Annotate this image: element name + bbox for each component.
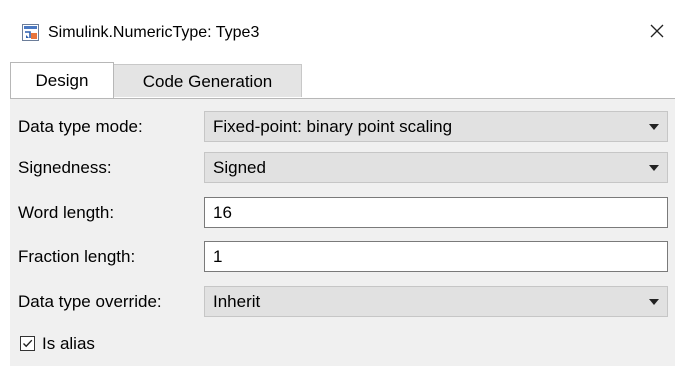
window-title: Simulink.NumericType: Type3 xyxy=(48,24,260,41)
data-type-mode-row: Data type mode: Fixed-point: binary poin… xyxy=(0,111,675,143)
fraction-length-value: 1 xyxy=(213,247,223,266)
data-type-override-label: Data type override: xyxy=(18,292,162,311)
data-type-mode-value: Fixed-point: binary point scaling xyxy=(213,117,453,136)
signedness-value: Signed xyxy=(213,158,266,177)
title-bar: Simulink.NumericType: Type3 xyxy=(0,0,675,60)
chevron-down-icon xyxy=(649,165,659,171)
dialog-window: Simulink.NumericType: Type3 Design Code … xyxy=(0,0,675,366)
signedness-dropdown[interactable]: Signed xyxy=(204,152,668,183)
chevron-down-icon xyxy=(649,124,659,130)
is-alias-checkbox[interactable] xyxy=(20,336,35,351)
word-length-label: Word length: xyxy=(18,203,115,222)
data-type-mode-label: Data type mode: xyxy=(18,117,143,136)
word-length-field[interactable]: 16 xyxy=(204,197,668,228)
word-length-row: Word length: 16 xyxy=(0,197,675,229)
signedness-label: Signedness: xyxy=(18,158,112,177)
data-type-override-dropdown[interactable]: Inherit xyxy=(204,286,668,317)
signedness-row: Signedness: Signed xyxy=(0,152,675,184)
fraction-length-row: Fraction length: 1 xyxy=(0,241,675,273)
is-alias-label: Is alias xyxy=(42,334,95,353)
chevron-down-icon xyxy=(649,299,659,305)
tab-code-generation[interactable]: Code Generation xyxy=(114,64,302,97)
checkmark-icon xyxy=(21,337,34,350)
close-button[interactable] xyxy=(644,20,670,46)
tab-strip: Design Code Generation xyxy=(0,62,675,99)
close-icon xyxy=(649,23,665,44)
tab-design[interactable]: Design xyxy=(10,62,114,99)
word-length-value: 16 xyxy=(213,203,232,222)
simulink-model-icon xyxy=(22,24,39,41)
fraction-length-field[interactable]: 1 xyxy=(204,241,668,272)
data-type-mode-dropdown[interactable]: Fixed-point: binary point scaling xyxy=(204,111,668,142)
data-type-override-row: Data type override: Inherit xyxy=(0,286,675,318)
fraction-length-label: Fraction length: xyxy=(18,247,136,266)
data-type-override-value: Inherit xyxy=(213,292,261,311)
